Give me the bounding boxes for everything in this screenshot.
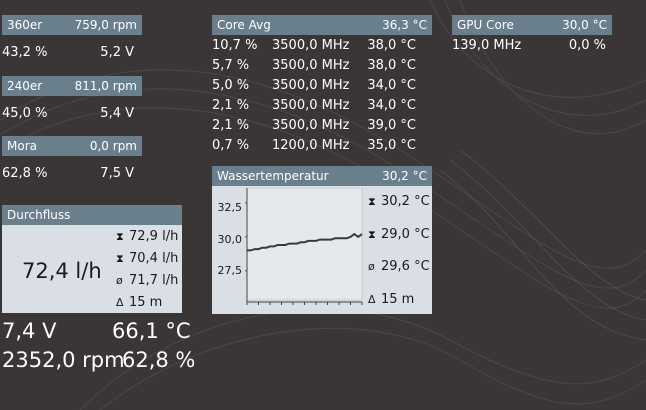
- flow-panel: 72,4 l/h ⧗ 72,9 l/h ⧗ 70,4 l/h ø 71,7 l/h Δ…: [2, 225, 182, 313]
- fan-name: 360er: [7, 18, 43, 32]
- fan-rpm: 811,0 rpm: [74, 79, 137, 93]
- core-clock: 3500,0 MHz: [272, 98, 350, 113]
- fan-voltage: 5,2 V: [100, 45, 134, 60]
- average-icon: ø: [116, 274, 123, 287]
- fan-name: Mora: [7, 139, 37, 153]
- flow-value: 72,4 l/h: [22, 259, 102, 283]
- y-tick-label: 30,0: [217, 233, 243, 246]
- flow-avg: ø 71,7 l/h: [116, 273, 178, 288]
- water-avg: ø 29,6 °C: [368, 259, 430, 274]
- fan-percent: 43,2 %: [2, 45, 48, 60]
- core-clock: 3500,0 MHz: [272, 38, 350, 53]
- fan-header-360er: 360er 759,0 rpm: [2, 15, 142, 35]
- core-clock: 1200,0 MHz: [272, 138, 350, 153]
- core-temp: 34,0 °C: [367, 98, 416, 113]
- gpu-temp: 30,0 °C: [562, 18, 607, 32]
- fan-name: 240er: [7, 79, 43, 93]
- core-temp: 38,0 °C: [367, 38, 416, 53]
- flow-max-value: 72,9 l/h: [129, 229, 179, 244]
- fan-voltage: 7,5 V: [100, 166, 134, 181]
- water-min: ⧗ 29,0 °C: [368, 227, 430, 242]
- pump-temp: 66,1 °C: [112, 319, 191, 343]
- y-tick-label: 32,5: [217, 201, 243, 214]
- core-load: 2,1 %: [212, 118, 250, 133]
- flow-min: ⧗ 70,4 l/h: [116, 251, 178, 266]
- core-clock: 3500,0 MHz: [272, 58, 350, 73]
- gpu-header: GPU Core 30,0 °C: [452, 15, 612, 35]
- max-arrow-icon: ⧗: [368, 195, 376, 208]
- cpu-temp: 36,3 °C: [382, 18, 427, 32]
- gpu-clock: 139,0 MHz: [452, 38, 522, 53]
- fan-header-240er: 240er 811,0 rpm: [2, 76, 142, 96]
- water-panel: 32,5 30,0 27,5 ⧗ 30,2 °C ⧗ 29,0 °C ø 29,6 °…: [212, 186, 432, 314]
- core-load: 2,1 %: [212, 98, 250, 113]
- fan-rpm: 0,0 rpm: [89, 139, 137, 153]
- core-temp: 39,0 °C: [367, 118, 416, 133]
- fan-header-mora: Mora 0,0 rpm: [2, 136, 142, 156]
- flow-header: Durchfluss: [2, 205, 182, 225]
- water-min-value: 29,0 °C: [381, 227, 430, 242]
- chart-plot-area: [246, 188, 363, 301]
- delta-time-icon: Δ: [116, 296, 124, 309]
- fan-percent: 62,8 %: [2, 166, 48, 181]
- core-clock: 3500,0 MHz: [272, 78, 350, 93]
- min-arrow-icon: ⧗: [368, 228, 376, 241]
- core-temp: 35,0 °C: [367, 138, 416, 153]
- gpu-load: 0,0 %: [568, 38, 606, 53]
- flow-title: Durchfluss: [7, 208, 71, 222]
- fan-percent: 45,0 %: [2, 106, 48, 121]
- gpu-title: GPU Core: [457, 18, 514, 32]
- fan-rpm: 759,0 rpm: [74, 18, 137, 32]
- water-avg-value: 29,6 °C: [381, 259, 430, 274]
- water-temp: 30,2 °C: [382, 169, 427, 183]
- flow-time-value: 15 m: [129, 295, 163, 310]
- water-time-value: 15 m: [381, 292, 415, 307]
- core-load: 5,0 %: [212, 78, 250, 93]
- water-header: Wassertemperatur 30,2 °C: [212, 166, 432, 186]
- water-temp-chart: [245, 188, 363, 305]
- water-max: ⧗ 30,2 °C: [368, 194, 430, 209]
- average-icon: ø: [368, 260, 375, 273]
- fan-voltage: 5,4 V: [100, 106, 134, 121]
- water-max-value: 30,2 °C: [381, 194, 430, 209]
- water-title: Wassertemperatur: [217, 169, 329, 183]
- core-load: 10,7 %: [212, 38, 258, 53]
- flow-max: ⧗ 72,9 l/h: [116, 229, 178, 244]
- core-clock: 3500,0 MHz: [272, 118, 350, 133]
- flow-avg-value: 71,7 l/h: [129, 273, 179, 288]
- core-load: 0,7 %: [212, 138, 250, 153]
- pump-rpm: 2352,0 rpm: [2, 348, 125, 372]
- pump-percent: 62,8 %: [122, 348, 196, 372]
- max-arrow-icon: ⧗: [116, 230, 124, 243]
- cpu-header: Core Avg 36,3 °C: [212, 15, 432, 35]
- delta-time-icon: Δ: [368, 293, 376, 306]
- pump-voltage: 7,4 V: [2, 319, 57, 343]
- core-temp: 34,0 °C: [367, 78, 416, 93]
- cpu-title: Core Avg: [217, 18, 271, 32]
- y-tick-label: 27,5: [217, 264, 243, 277]
- flow-min-value: 70,4 l/h: [129, 251, 179, 266]
- water-time: Δ 15 m: [368, 292, 414, 307]
- core-load: 5,7 %: [212, 58, 250, 73]
- core-temp: 38,0 °C: [367, 58, 416, 73]
- min-arrow-icon: ⧗: [116, 252, 124, 265]
- flow-time: Δ 15 m: [116, 295, 162, 310]
